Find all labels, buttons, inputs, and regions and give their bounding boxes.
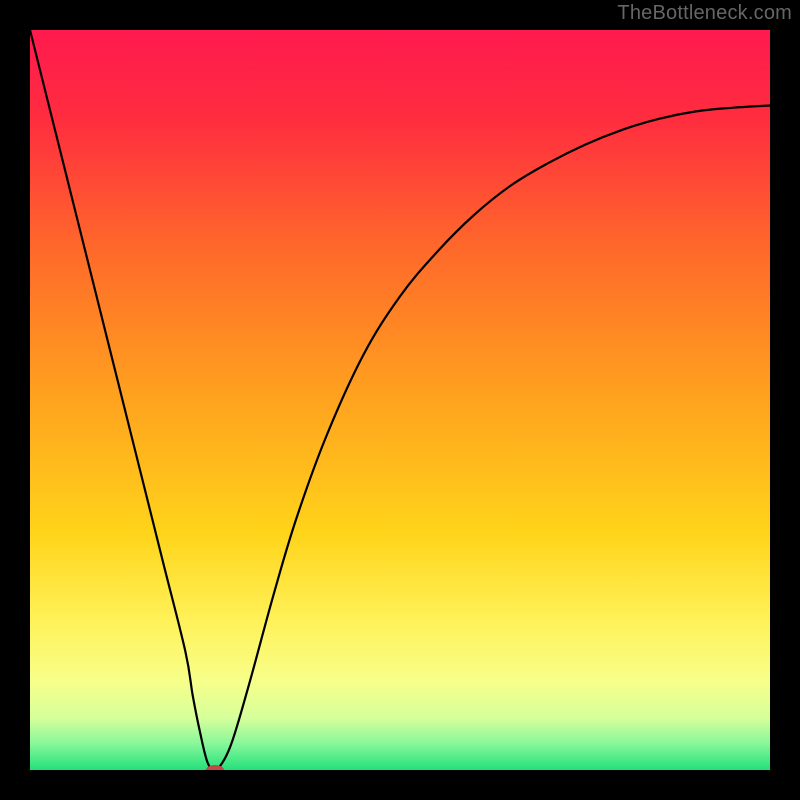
- watermark-text: TheBottleneck.com: [617, 2, 792, 25]
- gradient-background: [30, 30, 770, 770]
- chart-container: TheBottleneck.com: [0, 0, 800, 800]
- chart-svg: [30, 30, 770, 770]
- plot-area: [30, 30, 770, 770]
